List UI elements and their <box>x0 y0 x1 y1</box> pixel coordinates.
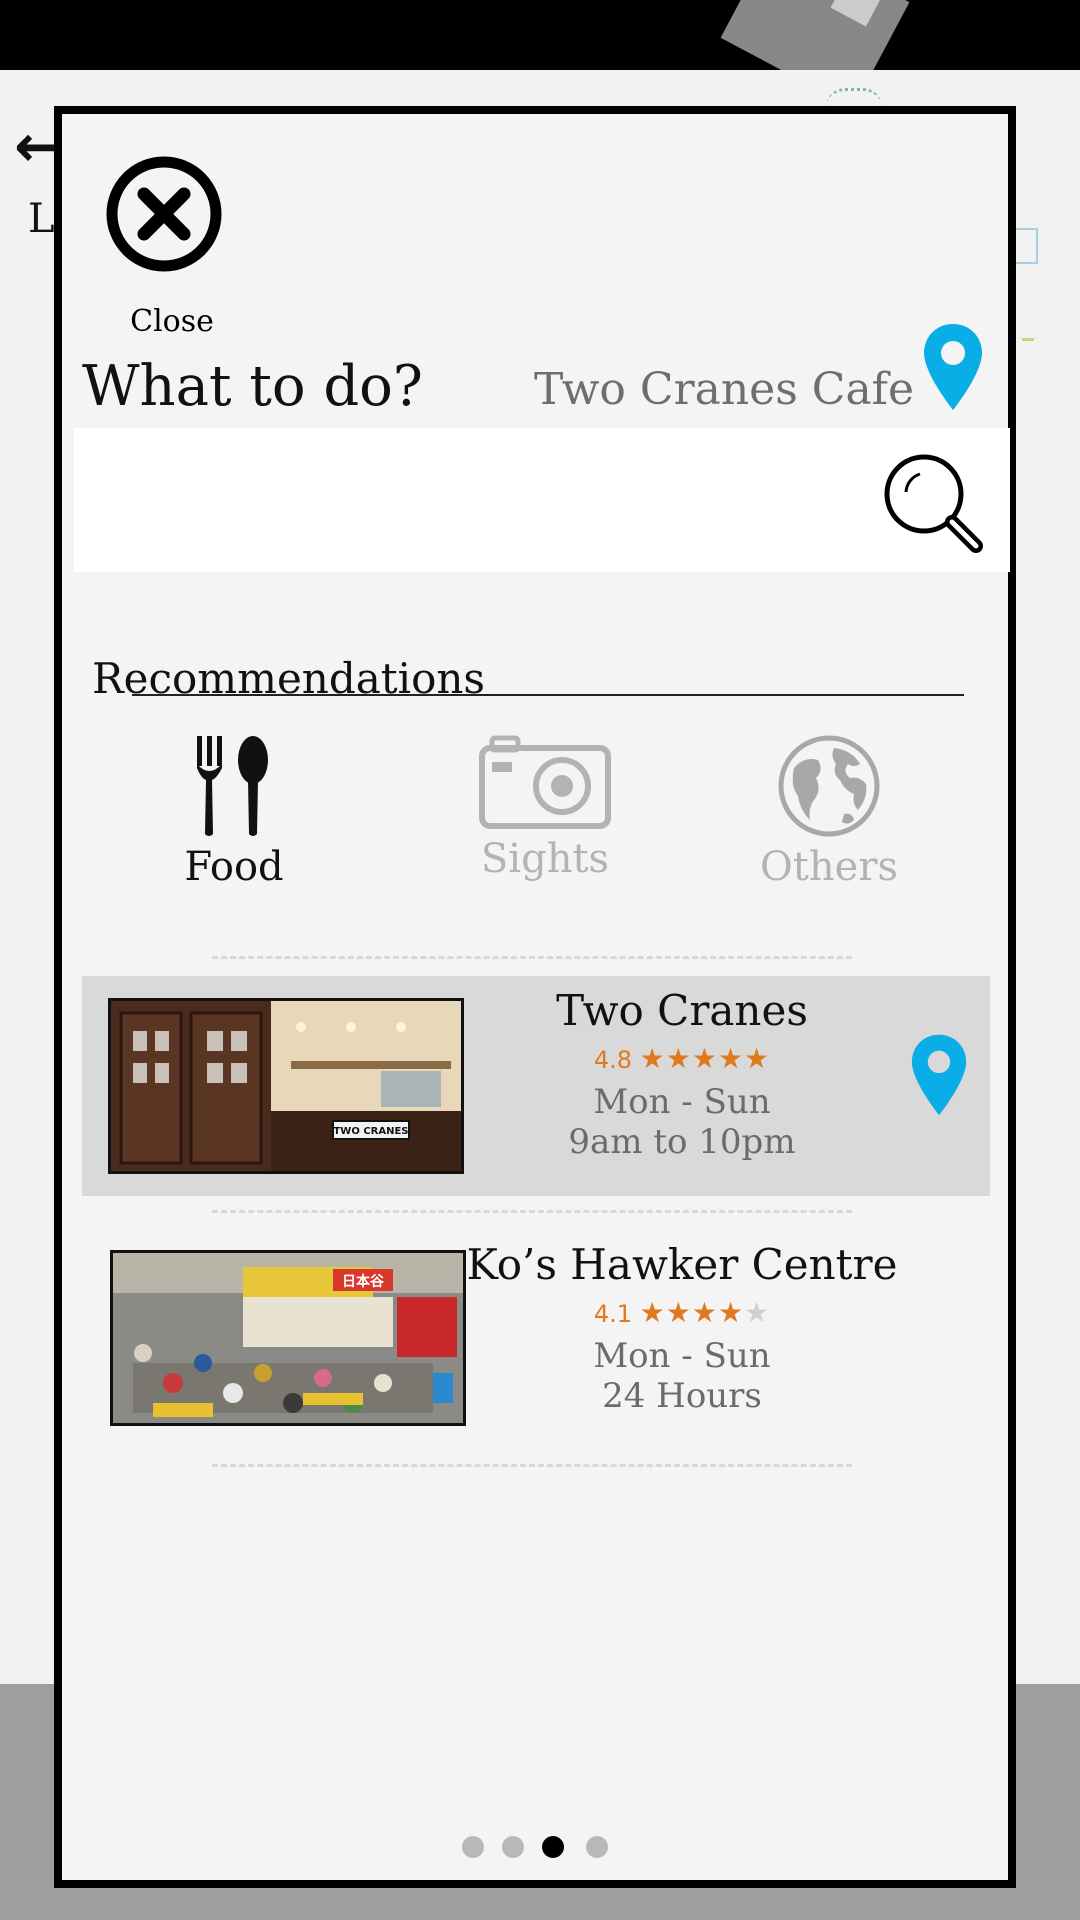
place-days: Mon - Sun <box>593 1082 771 1122</box>
camera-icon <box>479 735 611 829</box>
fork-spoon-icon <box>197 736 268 836</box>
hawker-centre-image: 日本谷 <box>113 1253 463 1423</box>
place-rating: 4.1 ★★★★★ <box>482 1296 882 1329</box>
place-days: Mon - Sun <box>593 1336 771 1376</box>
rating-value: 4.8 <box>593 1046 632 1074</box>
photo-sign-text: 日本谷 <box>342 1273 385 1290</box>
list-item-kos-hawker-centre[interactable]: 日本谷 Ko’s Hawker Centre 4.1 ★★★★★ Mon - S… <box>82 1230 990 1450</box>
close-icon <box>106 156 222 272</box>
location-pin-icon[interactable] <box>910 1032 968 1118</box>
background-map-decoration <box>826 88 882 107</box>
place-photo-kos-hawker-centre: 日本谷 <box>110 1250 466 1426</box>
search-icon[interactable] <box>880 450 984 554</box>
page-dot[interactable] <box>462 1836 484 1858</box>
category-others-label: Others <box>760 844 898 890</box>
page-dot[interactable] <box>502 1836 524 1858</box>
page-indicator <box>462 1836 632 1866</box>
category-sights-label: Sights <box>480 836 610 882</box>
page-dot-active[interactable] <box>542 1836 564 1858</box>
globe-icon <box>778 735 880 837</box>
cafe-storefront-image: TWO CRANES <box>111 1001 461 1171</box>
close-label: Close <box>130 304 214 339</box>
list-divider <box>212 1210 852 1213</box>
category-food-label: Food <box>184 844 284 890</box>
list-item-two-cranes[interactable]: TWO CRANES Two Cranes 4.8 ★★★★★ Mon - Su… <box>82 976 990 1196</box>
background-map-decoration <box>1022 338 1034 341</box>
page-title: What to do? <box>82 354 423 419</box>
current-location-name: Two Cranes Cafe <box>533 364 914 415</box>
place-rating: 4.8 ★★★★★ <box>482 1042 882 1075</box>
what-to-do-modal: Close What to do? Two Cranes Cafe Recomm… <box>54 106 1016 1888</box>
list-divider <box>212 1464 852 1467</box>
close-button[interactable]: Close <box>104 154 234 339</box>
category-sights-tab[interactable]: Sights <box>435 734 655 882</box>
rating-stars-icon: ★★★★★ <box>639 1042 771 1075</box>
category-food-tab[interactable]: Food <box>124 734 344 890</box>
list-divider <box>212 956 852 959</box>
background-label: L <box>28 196 55 242</box>
background-map-decoration <box>1016 228 1038 264</box>
place-hours: 24 Hours <box>602 1376 762 1416</box>
search-input[interactable] <box>74 428 1010 572</box>
status-bar-graphic <box>720 0 910 70</box>
category-others-tab[interactable]: Others <box>719 734 939 890</box>
recommendations-underline <box>132 694 964 696</box>
place-hours: 9am to 10pm <box>568 1122 796 1162</box>
place-photo-two-cranes: TWO CRANES <box>108 998 464 1174</box>
page-dot[interactable] <box>586 1836 608 1858</box>
place-name: Two Cranes <box>556 986 808 1035</box>
rating-stars-icon: ★★★★★ <box>639 1296 771 1329</box>
photo-sign-text: TWO CRANES <box>333 1126 408 1137</box>
location-pin-icon[interactable] <box>922 322 984 412</box>
rating-value: 4.1 <box>593 1300 632 1328</box>
place-name: Ko’s Hawker Centre <box>466 1240 898 1289</box>
status-bar <box>0 0 1080 70</box>
